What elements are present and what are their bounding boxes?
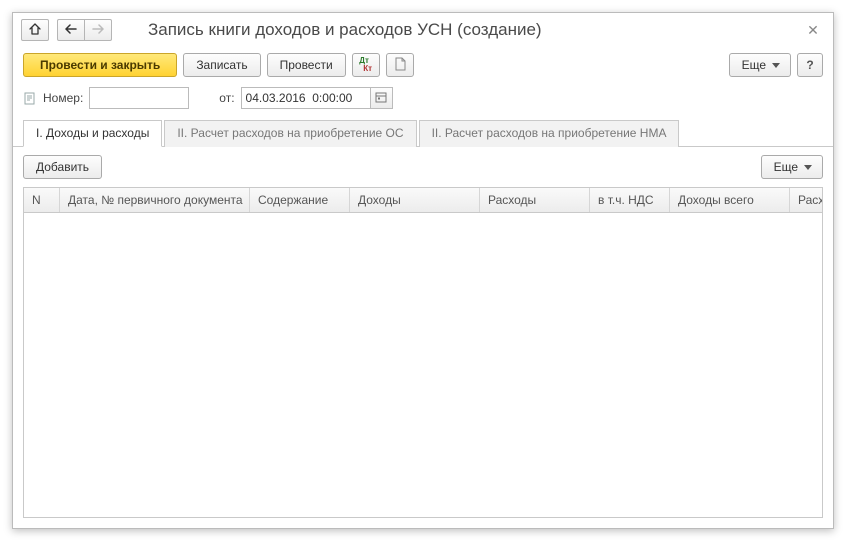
close-icon: ✕: [807, 22, 819, 39]
page-title: Запись книги доходов и расходов УСН (соз…: [136, 20, 799, 40]
dtkt-icon: ДтКт: [359, 57, 372, 73]
grid-header: N Дата, № первичного документа Содержани…: [24, 188, 822, 213]
date-picker-button[interactable]: [371, 87, 393, 109]
date-label: от:: [219, 91, 234, 105]
chevron-down-icon: [772, 63, 780, 68]
col-content[interactable]: Содержание: [250, 188, 350, 212]
inner-more-label: Еще: [774, 160, 798, 174]
more-menu-button[interactable]: Еще: [729, 53, 791, 77]
col-date-doc[interactable]: Дата, № первичного документа: [60, 188, 250, 212]
col-n[interactable]: N: [24, 188, 60, 212]
post-and-close-button[interactable]: Провести и закрыть: [23, 53, 177, 77]
forward-button[interactable]: [84, 19, 112, 41]
tab-income-expense[interactable]: I. Доходы и расходы: [23, 120, 162, 147]
save-button[interactable]: Записать: [183, 53, 260, 77]
window-header: Запись книги доходов и расходов УСН (соз…: [13, 13, 833, 45]
calendar-icon: [375, 91, 387, 106]
col-income[interactable]: Доходы: [350, 188, 480, 212]
col-income-total[interactable]: Доходы всего: [670, 188, 790, 212]
attach-button[interactable]: [386, 53, 414, 77]
number-label: Номер:: [43, 91, 83, 105]
number-input[interactable]: [89, 87, 189, 109]
col-expense[interactable]: Расходы: [480, 188, 590, 212]
more-label: Еще: [742, 58, 766, 72]
col-vat[interactable]: в т.ч. НДС: [590, 188, 670, 212]
chevron-down-icon: [804, 165, 812, 170]
app-window: Запись книги доходов и расходов УСН (соз…: [12, 12, 834, 529]
home-icon: [29, 23, 41, 38]
inner-toolbar: Добавить Еще: [13, 147, 833, 187]
tabs: I. Доходы и расходы II. Расчет расходов …: [13, 119, 833, 147]
nav-group: [57, 19, 112, 41]
new-doc-icon: [23, 91, 37, 105]
back-button[interactable]: [57, 19, 85, 41]
date-input[interactable]: [241, 87, 371, 109]
col-expense-total[interactable]: Расхо: [790, 188, 822, 212]
close-button[interactable]: ✕: [803, 20, 823, 40]
dtkt-button[interactable]: ДтКт: [352, 53, 380, 77]
grid: N Дата, № первичного документа Содержани…: [23, 187, 823, 518]
main-toolbar: Провести и закрыть Записать Провести ДтК…: [13, 45, 833, 87]
document-icon: [394, 57, 406, 74]
fields-row: Номер: от:: [13, 87, 833, 119]
inner-more-button[interactable]: Еще: [761, 155, 823, 179]
arrow-left-icon: [65, 23, 77, 37]
home-button[interactable]: [21, 19, 49, 41]
arrow-right-icon: [92, 23, 104, 37]
grid-body[interactable]: [24, 213, 822, 517]
help-button[interactable]: ?: [797, 53, 823, 77]
tab-nma[interactable]: II. Расчет расходов на приобретение НМА: [419, 120, 680, 147]
tab-os[interactable]: II. Расчет расходов на приобретение ОС: [164, 120, 416, 147]
post-button[interactable]: Провести: [267, 53, 346, 77]
add-button[interactable]: Добавить: [23, 155, 102, 179]
